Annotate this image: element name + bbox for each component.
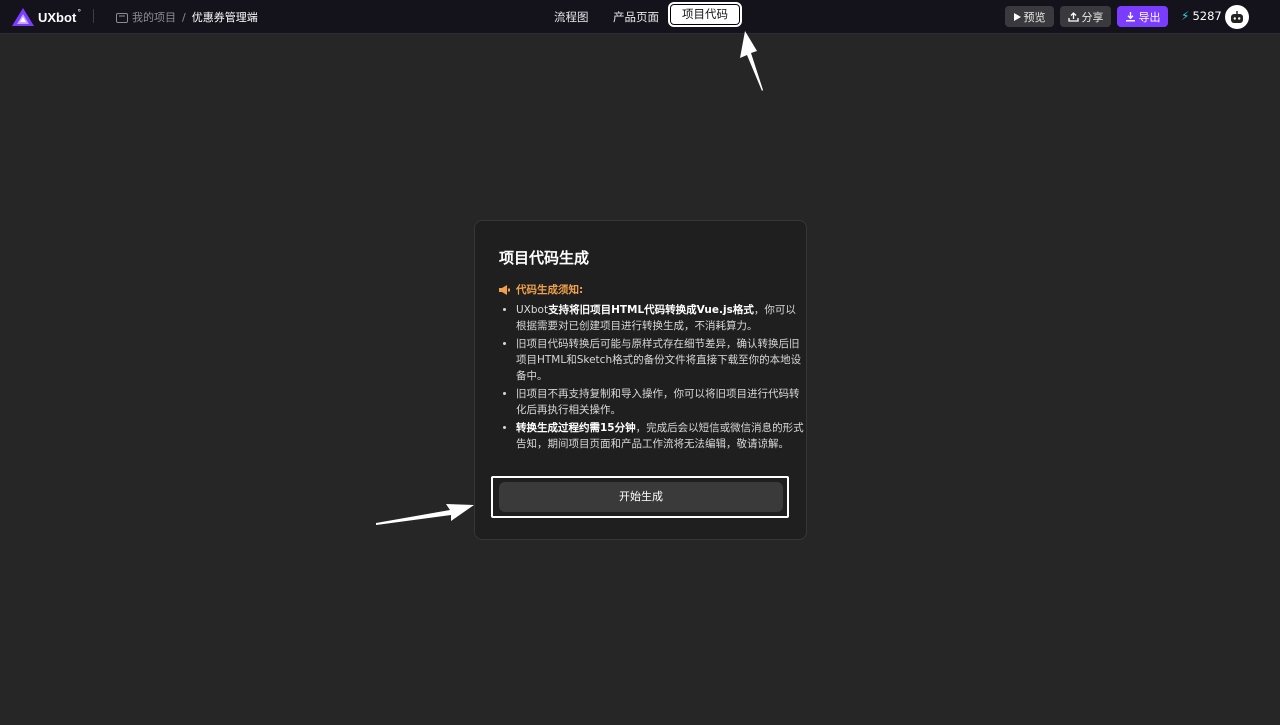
share-button[interactable]: 分享 <box>1060 6 1111 27</box>
download-icon <box>1125 11 1135 21</box>
notice-heading: 代码生成须知: <box>499 282 583 297</box>
code-generation-dialog: 项目代码生成 代码生成须知: UXbot支持将旧项目HTML代码转换成Vue.j… <box>474 220 807 540</box>
notice-title: 代码生成须知: <box>516 284 584 296</box>
tab-flowchart[interactable]: 流程图 <box>554 9 589 25</box>
header-divider <box>93 9 94 23</box>
dialog-title: 项目代码生成 <box>499 249 590 267</box>
tab-project-code[interactable]: 项目代码 <box>668 2 742 27</box>
logo[interactable]: UXbot ° <box>12 7 81 27</box>
folder-icon <box>116 12 128 23</box>
play-icon <box>1013 12 1021 21</box>
logo-text: UXbot <box>38 9 77 25</box>
notice-list: UXbot支持将旧项目HTML代码转换成Vue.js格式，你可以根据需要对已创建… <box>499 302 804 454</box>
annotation-arrow-right-icon <box>376 504 474 525</box>
share-icon <box>1067 11 1079 22</box>
uxbot-logo-icon <box>12 8 34 26</box>
annotation-arrow-up-icon <box>740 31 763 91</box>
logo-degree: ° <box>77 7 82 17</box>
start-button-highlight: 开始生成 <box>491 476 789 518</box>
robot-avatar-icon <box>1231 10 1243 23</box>
notice-item: 旧项目不再支持复制和导入操作，你可以将旧项目进行代码转化后再执行相关操作。 <box>516 386 804 418</box>
credits-balance[interactable]: ⚡ 5287 <box>1181 9 1222 23</box>
megaphone-icon <box>499 284 510 295</box>
share-label: 分享 <box>1081 10 1104 24</box>
top-bar: UXbot ° 我的项目 / 优惠券管理端 流程图 产品页面 项目代码 预览 分… <box>0 0 1280 34</box>
export-label: 导出 <box>1138 10 1161 24</box>
notice-item: 转换生成过程约需15分钟，完成后会以短信或微信消息的形式告知，期间项目页面和产品… <box>516 420 804 452</box>
notice-item: 旧项目代码转换后可能与原样式存在细节差异，确认转换后旧项目HTML和Sketch… <box>516 336 804 384</box>
preview-button[interactable]: 预览 <box>1005 6 1054 27</box>
lightning-icon: ⚡ <box>1181 9 1190 23</box>
notice-item: UXbot支持将旧项目HTML代码转换成Vue.js格式，你可以根据需要对已创建… <box>516 302 804 334</box>
credits-value: 5287 <box>1192 9 1222 23</box>
breadcrumb-my-projects[interactable]: 我的项目 <box>132 9 176 25</box>
export-button[interactable]: 导出 <box>1117 6 1168 27</box>
start-generate-button[interactable]: 开始生成 <box>499 482 783 512</box>
avatar[interactable] <box>1225 5 1249 29</box>
tab-product-pages[interactable]: 产品页面 <box>613 9 659 25</box>
breadcrumb-current-project: 优惠券管理端 <box>191 11 258 24</box>
breadcrumb: 我的项目 / 优惠券管理端 <box>116 9 258 25</box>
preview-label: 预览 <box>1023 10 1046 24</box>
breadcrumb-separator: / <box>182 10 186 24</box>
